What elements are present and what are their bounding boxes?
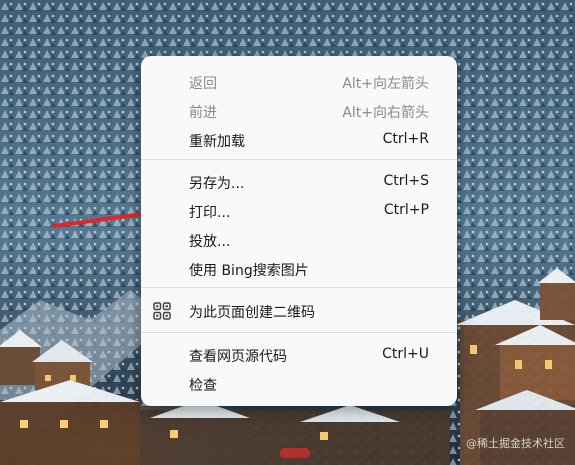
- menu-separator: [141, 159, 457, 160]
- menu-item-shortcut: Ctrl+P: [383, 202, 429, 218]
- context-menu: 返回 Alt+向左箭头 前进 Alt+向右箭头 重新加载 Ctrl+R 另存为.…: [141, 56, 457, 406]
- menu-item-shortcut: Ctrl+U: [382, 346, 429, 362]
- menu-item-label: 查看网页源代码: [189, 349, 287, 365]
- menu-separator: [141, 287, 457, 288]
- menu-item-cast[interactable]: 投放...: [141, 227, 457, 253]
- menu-item-label: 前进: [189, 105, 217, 121]
- menu-item-save-as[interactable]: 另存为... Ctrl+S: [141, 169, 457, 195]
- menu-item-label: 返回: [189, 76, 217, 92]
- menu-item-shortcut: Alt+向右箭头: [342, 105, 429, 121]
- menu-item-label: 投放...: [189, 234, 231, 250]
- qr-code-icon: [153, 302, 171, 320]
- menu-item-label: 重新加载: [189, 134, 245, 150]
- menu-item-create-qr-code[interactable]: 为此页面创建二维码: [141, 298, 457, 324]
- menu-item-label: 为此页面创建二维码: [189, 305, 315, 321]
- menu-item-shortcut: Ctrl+S: [383, 173, 429, 189]
- menu-item-label: 检查: [189, 378, 217, 394]
- menu-item-label: 另存为...: [189, 176, 245, 192]
- menu-item-bing-image-search[interactable]: 使用 Bing搜索图片: [141, 256, 457, 282]
- watermark: @稀土掘金技术社区: [466, 437, 565, 450]
- menu-item-label: 打印...: [189, 205, 231, 221]
- menu-item-inspect[interactable]: 检查: [141, 371, 457, 397]
- menu-item-label: 使用 Bing搜索图片: [189, 263, 309, 279]
- menu-item-shortcut: Ctrl+R: [382, 131, 429, 147]
- menu-item-shortcut: Alt+向左箭头: [342, 76, 429, 92]
- menu-item-print[interactable]: 打印... Ctrl+P: [141, 198, 457, 224]
- menu-separator: [141, 332, 457, 333]
- menu-item-back[interactable]: 返回 Alt+向左箭头: [141, 69, 457, 95]
- menu-item-view-source[interactable]: 查看网页源代码 Ctrl+U: [141, 342, 457, 368]
- menu-item-forward[interactable]: 前进 Alt+向右箭头: [141, 98, 457, 124]
- menu-item-reload[interactable]: 重新加载 Ctrl+R: [141, 127, 457, 153]
